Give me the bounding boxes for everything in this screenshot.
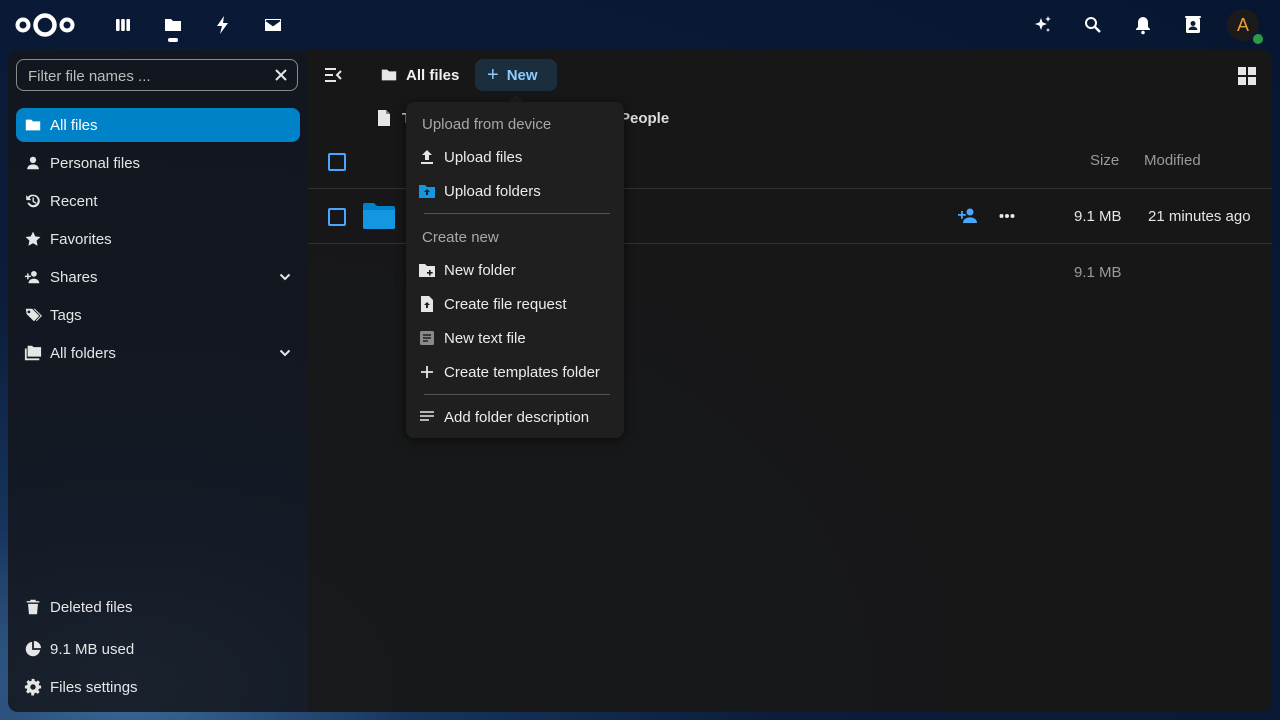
menu-item-label: Upload files: [444, 148, 523, 166]
select-all-checkbox[interactable]: [328, 153, 346, 171]
online-status-badge: [1251, 32, 1265, 46]
file-icon: [378, 110, 390, 126]
upload-folders-menu-item[interactable]: Upload folders: [406, 175, 624, 207]
upload-icon: [418, 148, 436, 166]
sidebar-item-label: All files: [50, 116, 98, 134]
menu-item-label: Upload folders: [444, 182, 541, 200]
sidebar-item-label: All folders: [50, 344, 116, 362]
pie-chart-icon: [24, 640, 42, 658]
active-app-indicator: [168, 38, 178, 42]
sidebar-item-deleted-files[interactable]: Deleted files: [16, 590, 300, 624]
activity-app-icon[interactable]: [211, 13, 235, 37]
folder-upload-icon: [418, 182, 436, 200]
menu-item-label: New text file: [444, 329, 526, 347]
menu-section-upload: Upload from device: [422, 116, 552, 133]
row-checkbox[interactable]: [328, 208, 346, 226]
sidebar-item-all-folders[interactable]: All folders: [16, 336, 300, 370]
sidebar-item-label: Favorites: [50, 230, 112, 248]
sidebar-item-label: Files settings: [50, 678, 138, 696]
gear-icon: [24, 678, 42, 696]
create-templates-folder-menu-item[interactable]: Create templates folder: [406, 356, 624, 388]
text-file-icon: [418, 329, 436, 347]
description-icon: [418, 408, 436, 426]
plus-icon: [418, 363, 436, 381]
assistant-sparkle-icon[interactable]: [1031, 13, 1055, 37]
menu-section-create: Create new: [422, 229, 499, 246]
filter-file-names-input[interactable]: [26, 60, 270, 92]
breadcrumb[interactable]: All files: [380, 64, 459, 86]
folders-icon: [24, 344, 42, 362]
row-modified: 21 minutes ago: [1148, 208, 1251, 225]
sidebar-item-personal-files[interactable]: Personal files: [16, 146, 300, 180]
column-header-modified[interactable]: Modified: [1144, 152, 1201, 169]
chevron-down-icon[interactable]: [278, 346, 292, 360]
menu-item-label: Add folder description: [444, 408, 590, 426]
sidebar-item-files-settings[interactable]: Files settings: [16, 670, 300, 704]
avatar-letter: A: [1236, 14, 1249, 35]
files-app-icon[interactable]: [161, 13, 185, 37]
file-upload-icon: [418, 295, 436, 313]
folder-icon: [363, 203, 395, 229]
create-file-request-menu-item[interactable]: Create file request: [406, 288, 624, 320]
new-text-file-menu-item[interactable]: New text file: [406, 322, 624, 354]
row-size: 9.1 MB: [1074, 208, 1122, 225]
menu-item-label: Create file request: [444, 295, 567, 313]
new-button[interactable]: + New: [475, 59, 557, 91]
notifications-bell-icon[interactable]: [1131, 13, 1155, 37]
mail-app-icon[interactable]: [261, 13, 285, 37]
toggle-navigation-icon[interactable]: [324, 66, 342, 84]
breadcrumb-all-files: All files: [406, 66, 460, 84]
menu-item-label: Create templates folder: [444, 363, 600, 381]
menu-item-label: New folder: [444, 261, 516, 279]
nextcloud-logo[interactable]: [14, 11, 76, 39]
search-icon[interactable]: [1081, 13, 1105, 37]
share-person-icon[interactable]: [957, 206, 979, 226]
sidebar-item-favorites[interactable]: Favorites: [16, 222, 300, 256]
grid-view-icon[interactable]: [1237, 66, 1257, 86]
sidebar-item-shares[interactable]: Shares: [16, 260, 300, 294]
quota-label: 9.1 MB used: [50, 640, 135, 658]
trash-icon: [24, 598, 42, 616]
dashboard-app-icon[interactable]: [111, 13, 135, 37]
sidebar-item-label: Shares: [50, 268, 98, 286]
sidebar-item-label: Tags: [50, 306, 82, 324]
add-folder-description-menu-item[interactable]: Add folder description: [406, 401, 624, 433]
close-icon[interactable]: [274, 68, 288, 82]
share-person-icon: [24, 268, 42, 286]
upload-files-menu-item[interactable]: Upload files: [406, 141, 624, 173]
new-menu: Upload from device Upload files Upload f…: [406, 102, 624, 438]
quota-indicator[interactable]: 9.1 MB used: [16, 632, 300, 666]
person-icon: [24, 154, 42, 172]
column-header-size[interactable]: Size: [1090, 152, 1119, 169]
folder-icon: [381, 69, 397, 81]
new-button-label: New: [506, 66, 538, 84]
total-size: 9.1 MB: [1074, 264, 1122, 281]
menu-separator: [424, 394, 610, 395]
sidebar-item-tags[interactable]: Tags: [16, 298, 300, 332]
chevron-down-icon[interactable]: [278, 270, 292, 284]
sidebar-item-label: Personal files: [50, 154, 141, 172]
template-people: People: [620, 109, 670, 127]
sidebar-item-all-files[interactable]: All files: [16, 108, 300, 142]
top-header: A: [0, 0, 1280, 50]
files-sidebar: All files Personal files Recent Favorite…: [8, 50, 308, 712]
folder-icon: [24, 116, 42, 134]
menu-separator: [424, 213, 610, 214]
history-icon: [24, 192, 42, 210]
plus-icon: +: [487, 64, 499, 86]
tag-icon: [24, 306, 42, 324]
sidebar-item-recent[interactable]: Recent: [16, 184, 300, 218]
filter-field: [16, 59, 298, 92]
folder-plus-icon: [418, 261, 436, 279]
sidebar-item-label: Recent: [50, 192, 98, 210]
star-icon: [24, 230, 42, 248]
new-folder-menu-item[interactable]: New folder: [406, 254, 624, 286]
sidebar-item-label: Deleted files: [50, 598, 133, 616]
contacts-icon[interactable]: [1181, 13, 1205, 37]
more-actions-icon[interactable]: [999, 209, 1015, 223]
